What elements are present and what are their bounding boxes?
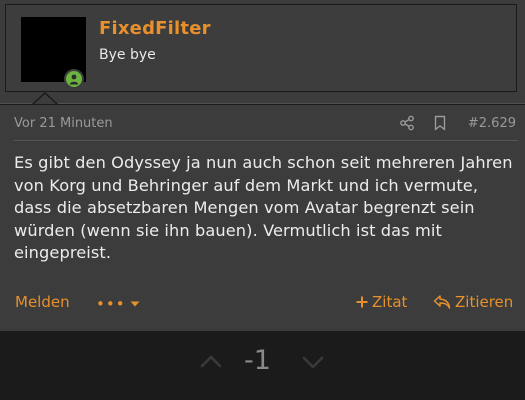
reply-button[interactable]: Zitieren xyxy=(433,293,513,311)
add-quote-label: Zitat xyxy=(372,293,408,311)
post-number[interactable]: #2.629 xyxy=(468,116,516,131)
username[interactable]: FixedFilter xyxy=(99,18,211,39)
share-icon[interactable] xyxy=(399,115,415,131)
add-quote-button[interactable]: Zitat xyxy=(356,293,407,311)
more-options-button[interactable]: ••• xyxy=(96,295,140,313)
user-card: FixedFilter Bye bye xyxy=(5,4,517,92)
plus-icon xyxy=(356,296,368,308)
bookmark-icon[interactable] xyxy=(432,115,448,131)
vote-bar: -1 xyxy=(0,331,525,400)
pointer-arrow-inner xyxy=(34,94,56,104)
post: Vor 21 Minuten #2.629 Es gibt den Odysse… xyxy=(0,105,525,331)
upvote-icon[interactable] xyxy=(200,351,222,373)
post-time[interactable]: Vor 21 Minuten xyxy=(14,116,113,131)
more-dots: ••• xyxy=(96,295,126,313)
reply-icon xyxy=(433,295,451,309)
post-message: Es gibt den Odyssey ja nun auch schon se… xyxy=(14,153,513,262)
reply-label: Zitieren xyxy=(455,293,514,311)
post-actions: Melden ••• Zitat Zitieren xyxy=(14,293,518,315)
user-title: Bye bye xyxy=(99,47,156,63)
user-info-block: FixedFilter Bye bye xyxy=(0,0,525,104)
chevron-down-icon xyxy=(130,301,140,307)
downvote-icon[interactable] xyxy=(302,351,324,373)
post-meta: Vor 21 Minuten #2.629 xyxy=(14,115,518,141)
online-status-icon xyxy=(64,69,84,89)
vote-score: -1 xyxy=(244,345,271,376)
report-button[interactable]: Melden xyxy=(15,293,70,311)
page: FixedFilter Bye bye Vor 21 Minuten #2.62… xyxy=(0,0,525,400)
